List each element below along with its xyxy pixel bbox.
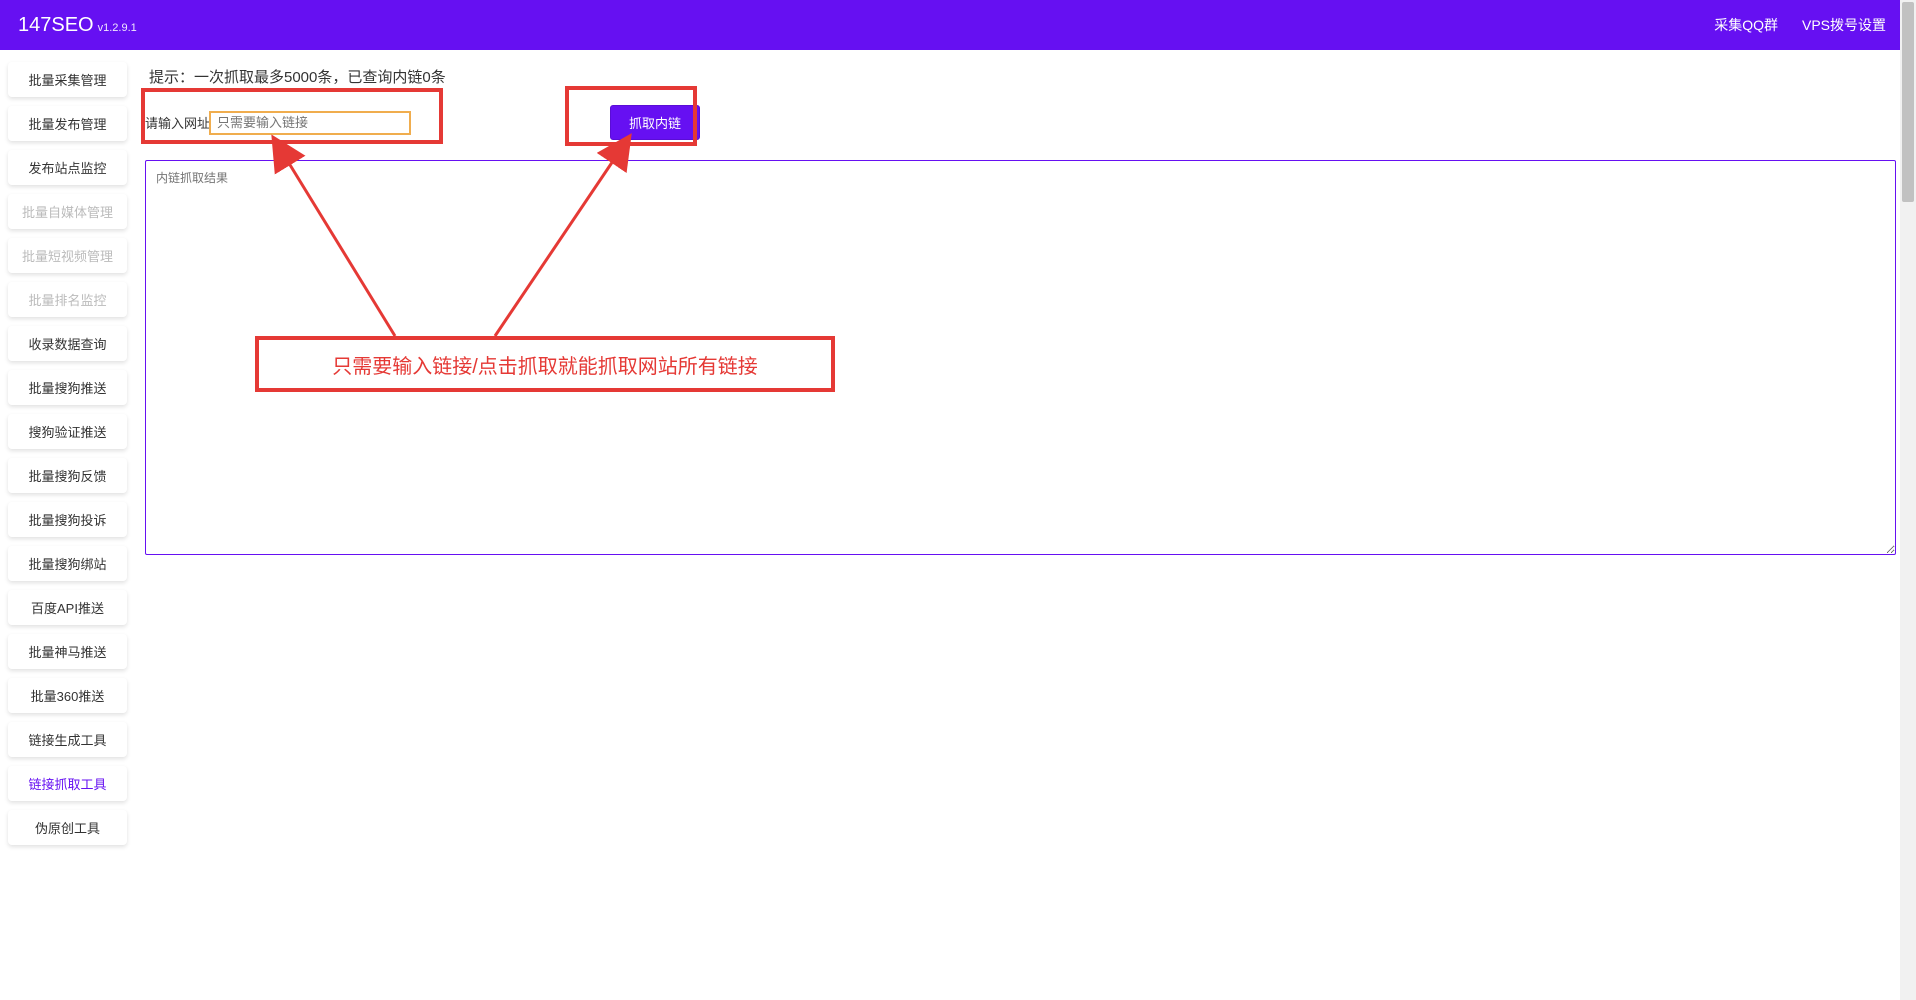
fetch-button[interactable]: 抓取内链 [610, 105, 700, 140]
url-input[interactable] [210, 112, 410, 134]
sidebar-item-publish-manage[interactable]: 批量发布管理 [8, 106, 127, 141]
sidebar-item-baidu-api[interactable]: 百度API推送 [8, 590, 127, 625]
sidebar-item-360-push[interactable]: 批量360推送 [8, 678, 127, 713]
sidebar-item-collect-manage[interactable]: 批量采集管理 [8, 62, 127, 97]
main-content: 提示：一次抓取最多5000条，已查询内链0条 请输入网址 抓取内链 只需要输入链… [135, 50, 1916, 1000]
sidebar-item-sogou-complain[interactable]: 批量搜狗投诉 [8, 502, 127, 537]
brand: 147SEO v1.2.9.1 [18, 14, 137, 37]
input-row: 请输入网址 抓取内链 [145, 105, 1896, 140]
sidebar-item-shenma-push[interactable]: 批量神马推送 [8, 634, 127, 669]
nav-vps-dial[interactable]: VPS拨号设置 [1802, 15, 1886, 35]
sidebar-item-site-monitor[interactable]: 发布站点监控 [8, 150, 127, 185]
brand-name: 147SEO [18, 14, 94, 37]
sidebar-item-index-query[interactable]: 收录数据查询 [8, 326, 127, 361]
window-scrollbar[interactable] [1900, 0, 1916, 1000]
sidebar-item-shortvideo-manage: 批量短视频管理 [8, 238, 127, 273]
header-nav: 采集QQ群 VPS拨号设置 [1714, 15, 1886, 35]
sidebar-item-sogou-bind[interactable]: 批量搜狗绑站 [8, 546, 127, 581]
sidebar-item-sogou-verify[interactable]: 搜狗验证推送 [8, 414, 127, 449]
scrollbar-thumb[interactable] [1902, 2, 1914, 202]
sidebar-item-pseudo-original[interactable]: 伪原创工具 [8, 810, 127, 845]
app-header: 147SEO v1.2.9.1 采集QQ群 VPS拨号设置 [0, 0, 1916, 50]
sidebar-item-link-crawler[interactable]: 链接抓取工具 [8, 766, 127, 801]
result-textarea[interactable] [145, 160, 1896, 555]
nav-qq-group[interactable]: 采集QQ群 [1714, 15, 1778, 35]
url-input-label: 请输入网址 [145, 113, 210, 132]
sidebar-item-link-generator[interactable]: 链接生成工具 [8, 722, 127, 757]
sidebar-item-sogou-push[interactable]: 批量搜狗推送 [8, 370, 127, 405]
sidebar-item-media-manage: 批量自媒体管理 [8, 194, 127, 229]
sidebar-item-rank-monitor: 批量排名监控 [8, 282, 127, 317]
sidebar-item-sogou-feedback[interactable]: 批量搜狗反馈 [8, 458, 127, 493]
tip-text: 提示：一次抓取最多5000条，已查询内链0条 [149, 66, 1896, 87]
brand-version: v1.2.9.1 [98, 22, 137, 34]
sidebar[interactable]: 批量采集管理 批量发布管理 发布站点监控 批量自媒体管理 批量短视频管理 批量排… [0, 50, 135, 1000]
